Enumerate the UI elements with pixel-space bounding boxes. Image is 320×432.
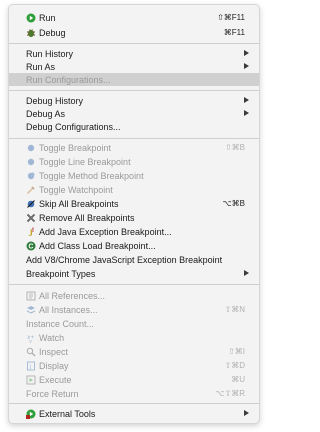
menu-item-label: External Tools	[39, 408, 96, 419]
menu-item-label: Add Class Load Breakpoint...	[39, 240, 156, 251]
submenu-arrow-icon	[244, 270, 249, 276]
menu-item-add-class-load-breakpoint[interactable]: C Add Class Load Breakpoint...	[9, 239, 259, 252]
menu-separator	[9, 43, 259, 44]
shortcut-label: ⌥⌘B	[222, 199, 245, 208]
method-breakpoint-icon	[26, 171, 36, 181]
shortcut-label: ⌥⇧⌘R	[215, 389, 245, 398]
svg-text:i: i	[30, 363, 32, 371]
menu-item-label: Skip All Breakpoints	[39, 198, 119, 209]
menu-item-skip-all-breakpoints[interactable]: Skip All Breakpoints ⌥⌘B	[9, 197, 259, 210]
menu-item-toggle-method-breakpoint[interactable]: Toggle Method Breakpoint	[9, 169, 259, 182]
menu-item-run[interactable]: Run ⇧⌘F11	[9, 11, 259, 24]
menu-item-label: Toggle Watchpoint	[39, 184, 113, 195]
submenu-arrow-icon	[244, 410, 249, 416]
menu-item-label: Remove All Breakpoints	[39, 212, 135, 223]
menu-item-label: Debug Configurations...	[26, 121, 121, 132]
inspect-icon	[26, 347, 36, 357]
menu-item-remove-all-breakpoints[interactable]: Remove All Breakpoints	[9, 211, 259, 224]
menu-item-label: Inspect	[39, 346, 69, 357]
menu-item-label: Run Configurations...	[26, 74, 111, 85]
menu-separator	[9, 138, 259, 139]
menu-item-label: Add Java Exception Breakpoint...	[39, 226, 172, 237]
menu-item-label: Toggle Method Breakpoint	[39, 170, 144, 181]
svg-text:y: y	[29, 339, 32, 343]
menu-item-add-v8-js-exception-breakpoint[interactable]: Add V8/Chrome JavaScript Exception Break…	[9, 253, 259, 266]
submenu-arrow-icon	[244, 50, 249, 56]
menu-item-label: Instance Count...	[26, 318, 95, 329]
menu-item-watch[interactable]: x+ y Watch	[9, 331, 259, 344]
menu-separator	[9, 403, 259, 404]
remove-breakpoints-icon	[26, 213, 36, 223]
shortcut-label: ⇧⌘B	[224, 143, 245, 152]
menu-item-external-tools[interactable]: External Tools	[9, 407, 259, 420]
menu-item-all-instances[interactable]: All Instances... ⇧⌘N	[9, 303, 259, 316]
svg-text:C: C	[28, 243, 33, 250]
menu-item-display[interactable]: i Display ⇧⌘D	[9, 359, 259, 372]
menu-item-debug-configurations[interactable]: Debug Configurations...	[9, 120, 259, 133]
instances-icon	[26, 305, 36, 315]
menu-item-instance-count[interactable]: Instance Count...	[9, 317, 259, 330]
menu-item-debug-as[interactable]: Debug As	[9, 107, 259, 120]
menu-item-label: Run	[39, 12, 56, 23]
watch-icon: x+ y	[26, 333, 36, 343]
menu-item-toggle-breakpoint[interactable]: Toggle Breakpoint ⇧⌘B	[9, 141, 259, 154]
references-icon	[26, 291, 36, 301]
menu-item-debug[interactable]: Debug ⌘F11	[9, 26, 259, 39]
menu-item-toggle-line-breakpoint[interactable]: Toggle Line Breakpoint	[9, 155, 259, 168]
line-breakpoint-icon	[26, 157, 36, 167]
run-icon	[26, 13, 36, 23]
submenu-arrow-icon	[244, 97, 249, 103]
menu-item-debug-history[interactable]: Debug History	[9, 94, 259, 107]
menu-item-breakpoint-types[interactable]: Breakpoint Types	[9, 267, 259, 280]
watchpoint-icon	[26, 185, 36, 195]
menu-item-label: Run As	[26, 61, 56, 72]
submenu-arrow-icon	[244, 63, 249, 69]
shortcut-label: ⇧⌘N	[224, 305, 245, 314]
menu-item-execute[interactable]: Execute ⌘U	[9, 373, 259, 386]
menu-item-label: All References...	[39, 290, 106, 301]
debug-icon	[26, 28, 36, 38]
shortcut-label: ⌘U	[231, 375, 245, 384]
menu-item-label: Breakpoint Types	[26, 268, 96, 279]
menu-item-label: Add V8/Chrome JavaScript Exception Break…	[26, 254, 223, 265]
menu-item-toggle-watchpoint[interactable]: Toggle Watchpoint	[9, 183, 259, 196]
menu-item-label: Force Return	[26, 388, 79, 399]
menu-item-label: Toggle Breakpoint	[39, 142, 112, 153]
shortcut-label: ⇧⌘F11	[217, 13, 245, 22]
breakpoint-icon	[26, 143, 36, 153]
menu-item-run-configurations[interactable]: Run Configurations...	[9, 73, 259, 86]
menu-item-run-history[interactable]: Run History	[9, 47, 259, 60]
menu-item-inspect[interactable]: Inspect ⇧⌘I	[9, 345, 259, 358]
shortcut-label: ⇧⌘D	[224, 361, 245, 370]
shortcut-label: ⌘F11	[223, 28, 245, 37]
display-icon: i	[26, 361, 36, 371]
menu-item-label: All Instances...	[39, 304, 98, 315]
menu-item-label: Run History	[26, 48, 74, 59]
menu-item-label: Execute	[39, 374, 72, 385]
menu-separator	[9, 284, 259, 285]
menu-item-all-references[interactable]: All References...	[9, 289, 259, 302]
menu-item-label: Debug History	[26, 95, 84, 106]
shortcut-label: ⇧⌘I	[228, 347, 245, 356]
menu-item-add-java-exception-breakpoint[interactable]: J! Add Java Exception Breakpoint...	[9, 225, 259, 238]
menu-item-label: Watch	[39, 332, 65, 343]
run-menu: Run ⇧⌘F11 Debug ⌘F11 Run History Run As …	[8, 4, 260, 424]
menu-item-force-return[interactable]: Force Return ⌥⇧⌘R	[9, 387, 259, 400]
menu-item-label: Debug As	[26, 108, 66, 119]
menu-separator	[9, 90, 259, 91]
menu-item-label: Display	[39, 360, 69, 371]
submenu-arrow-icon	[244, 110, 249, 116]
java-exception-icon: J!	[26, 227, 36, 237]
menu-item-label: Toggle Line Breakpoint	[39, 156, 131, 167]
menu-item-label: Debug	[39, 27, 66, 38]
execute-icon	[26, 375, 36, 385]
svg-text:!: !	[32, 228, 34, 234]
class-load-icon: C	[26, 241, 36, 251]
menu-item-run-as[interactable]: Run As	[9, 60, 259, 73]
skip-breakpoints-icon	[26, 199, 36, 209]
external-tools-icon	[26, 409, 36, 419]
